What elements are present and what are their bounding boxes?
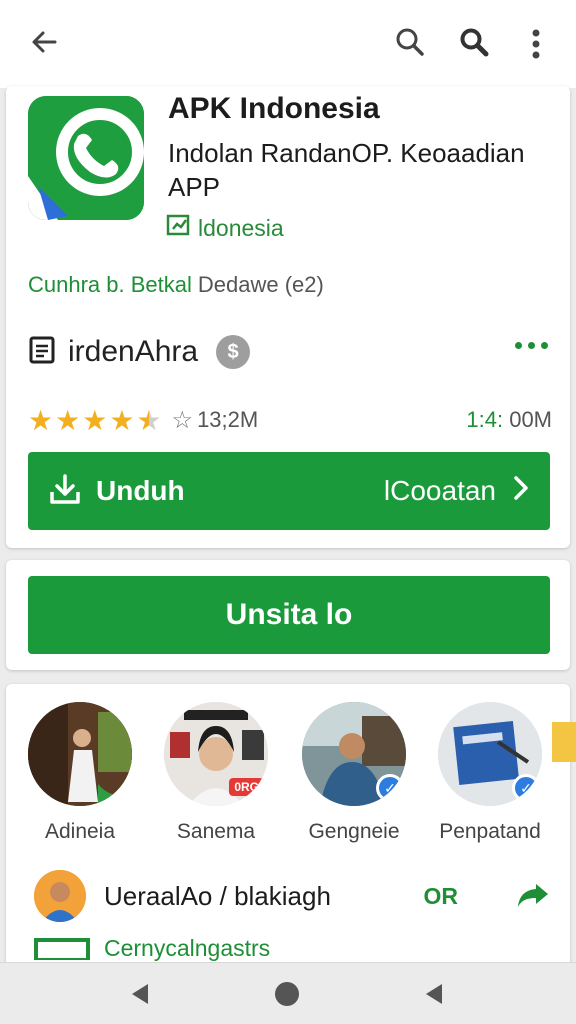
review-count: 13;2M	[197, 407, 259, 432]
meta-detail: Dedawe (e2)	[197, 272, 324, 297]
avatar: ✓	[438, 702, 542, 806]
avatar-list: Adineia 0RG Sanema ✓ Gengneie ✓ Penpatan…	[0, 702, 576, 852]
avatar-label: Sanema	[176, 820, 256, 843]
app-logo-icon[interactable]	[28, 96, 144, 220]
avatar-label: Gengneie	[308, 820, 400, 843]
rating-stars: ★ ★ ★ ★ ★	[28, 404, 162, 437]
category-icon	[34, 932, 90, 965]
category-row[interactable]: Cernycalngastrs	[34, 932, 270, 965]
nav-back-icon[interactable]	[124, 979, 154, 1009]
share-text: UeraalAo / blakiagh	[104, 880, 331, 911]
nav-recent-icon[interactable]	[418, 979, 448, 1009]
developer-badge: $	[216, 335, 251, 369]
avatar	[28, 702, 132, 806]
search-icon[interactable]	[392, 24, 428, 60]
share-row[interactable]: UeraalAo / blakiagh OR	[34, 866, 554, 926]
download-icon	[48, 472, 82, 511]
partial-avatar	[552, 722, 576, 762]
region-label: ldonesia	[198, 214, 284, 241]
region-icon	[166, 214, 190, 242]
rating-row: ★ ★ ★ ★ ★ ☆ 13;2M 1:4: 00M	[28, 402, 552, 438]
avatar-item[interactable]: Adineia	[10, 702, 150, 844]
avatar-item[interactable]: 0RG Sanema	[146, 702, 286, 844]
app-title: APK Indonesia	[168, 92, 380, 125]
size-value: 00M	[509, 407, 552, 432]
star-icon: ★	[28, 404, 54, 436]
app-meta: Cunhra b. Betkal Dedawe (e2)	[28, 272, 324, 298]
back-arrow-icon[interactable]	[26, 24, 62, 60]
document-icon	[28, 335, 56, 370]
avatar-item[interactable]: ✓ Penpatand	[420, 702, 560, 844]
avatar-item[interactable]: ✓ Gengneie	[284, 702, 424, 844]
developer-name: irdenAhra	[68, 335, 199, 368]
avatar-badge: 0RG	[229, 778, 264, 796]
nav-home-icon[interactable]	[272, 979, 302, 1009]
star-half-icon: ★	[136, 404, 162, 436]
download-secondary-label: lCooatan	[383, 475, 496, 506]
app-size: 1:4: 00M	[466, 407, 552, 433]
star-outline-icon: ☆	[171, 406, 194, 434]
avatar: ✓	[302, 702, 406, 806]
size-accent: 1:4:	[466, 407, 504, 432]
meta-category[interactable]: Cunhra b. Betkal	[28, 272, 192, 297]
star-icon: ★	[55, 404, 81, 436]
system-nav-bar	[0, 962, 576, 1024]
avatar-label: Adineia	[44, 820, 116, 843]
star-icon: ★	[109, 404, 135, 436]
chevron-right-icon	[512, 474, 530, 509]
category-label: Cernycalngastrs	[104, 935, 271, 961]
avatar-label: Penpatand	[439, 820, 541, 843]
share-code[interactable]: OR	[424, 883, 459, 910]
download-label: Unduh	[96, 475, 185, 506]
search-bold-icon[interactable]	[456, 24, 492, 60]
developer-row[interactable]: irdenAhra $	[28, 330, 548, 374]
top-app-bar	[0, 0, 576, 88]
more-horiz-icon[interactable]	[515, 342, 548, 349]
avatar	[34, 870, 86, 922]
region-tag[interactable]: ldonesia	[166, 214, 284, 242]
install-button[interactable]: Unsita lo	[28, 576, 550, 654]
more-vert-icon[interactable]	[524, 24, 548, 64]
star-icon: ★	[82, 404, 108, 436]
verified-icon: ✓	[512, 774, 540, 802]
download-secondary[interactable]: lCooatan	[384, 474, 530, 509]
avatar: 0RG	[164, 702, 268, 806]
download-button[interactable]: Unduh lCooatan	[28, 452, 550, 530]
app-subtitle: Indolan RandanOP. Keoaadian APP	[168, 138, 525, 202]
verified-icon: ✓	[376, 774, 404, 802]
share-arrow-icon[interactable]	[516, 880, 550, 915]
